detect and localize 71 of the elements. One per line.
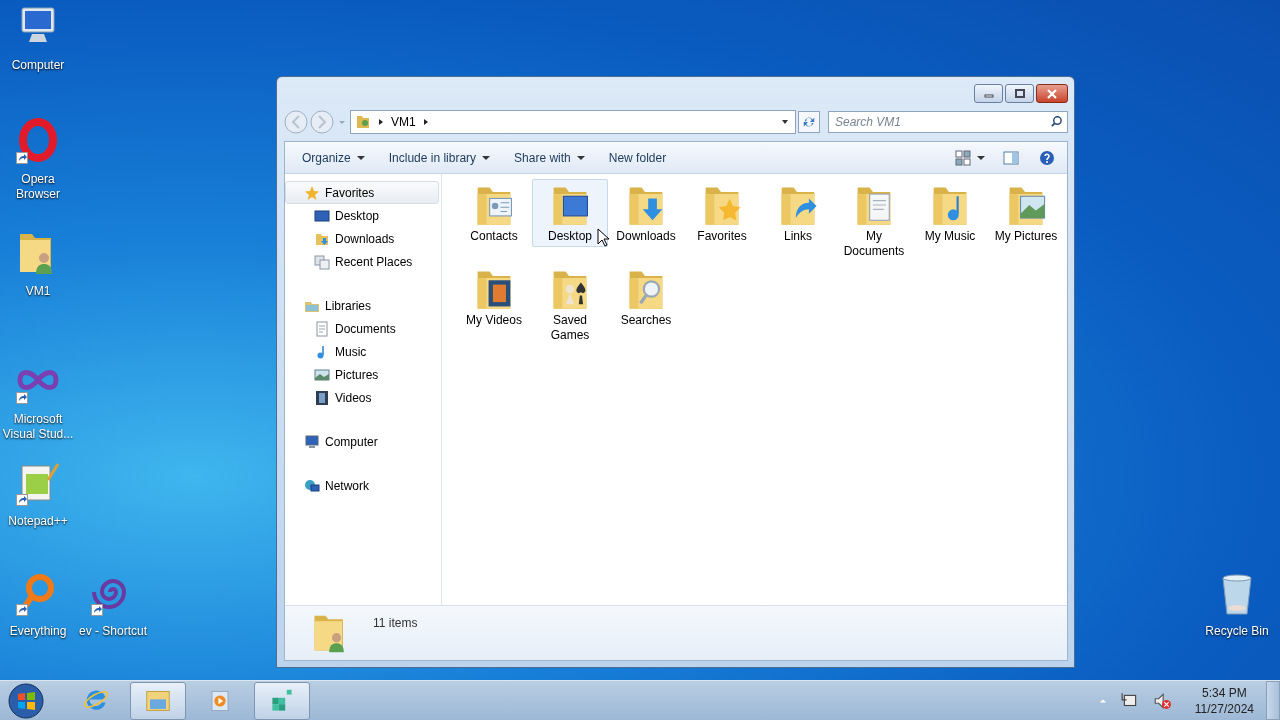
navigation-item[interactable]: Music [285, 340, 439, 363]
shortcut-arrow-icon [16, 152, 28, 164]
navigation-item[interactable]: Pictures [285, 363, 439, 386]
address-bar[interactable]: VM1 [350, 110, 796, 134]
folder-item[interactable]: Contacts [456, 179, 532, 247]
taskbar-button[interactable] [254, 681, 310, 720]
refresh-button[interactable] [798, 111, 820, 133]
network-icon [304, 477, 320, 494]
search-field[interactable]: Search VM1 [828, 111, 1068, 133]
maximize-icon [1014, 88, 1025, 99]
breadcrumb-arrow-icon[interactable] [421, 118, 430, 126]
caret-icon [576, 153, 585, 162]
folder-item[interactable]: Saved Games [532, 263, 608, 346]
mouse-pointer-icon [597, 228, 609, 248]
folder-item[interactable]: Links [760, 179, 836, 247]
navigation-item[interactable]: Computer [285, 430, 439, 453]
navigation-item[interactable]: Network [285, 474, 439, 497]
folder-item[interactable]: My Videos [456, 263, 532, 331]
shortcut-arrow-icon [16, 494, 28, 506]
taskbar-button[interactable] [130, 681, 186, 720]
toolbar-button[interactable]: Share with [505, 146, 594, 169]
shortcut-arrow-icon [16, 604, 28, 616]
clock[interactable]: 5:34 PM 11/27/2024 [1188, 684, 1260, 717]
folder-item[interactable]: Desktop [532, 179, 608, 247]
folder-item[interactable]: Favorites [684, 179, 760, 247]
navigation-item[interactable]: Videos [285, 386, 439, 409]
search-icon[interactable] [1050, 115, 1063, 128]
minimize-button[interactable] [974, 84, 1003, 103]
user-folder-icon [355, 114, 371, 130]
caret-icon [482, 153, 491, 162]
recent-places-icon [314, 253, 330, 270]
item-count: 11 items [373, 616, 418, 630]
help-icon[interactable] [1039, 149, 1055, 166]
document-icon [314, 320, 330, 337]
refresh-icon [802, 115, 816, 129]
shortcut-arrow-icon [91, 604, 103, 616]
folder-item[interactable]: Downloads [608, 179, 684, 247]
toolbar-button[interactable]: Organize [293, 146, 374, 169]
toolbar-button[interactable]: New folder [599, 146, 676, 169]
navigation-item[interactable]: Favorites [285, 181, 439, 204]
desktop-icon-label[interactable]: Recycle Bin [1205, 624, 1269, 639]
computer-icon [304, 433, 320, 450]
folder-item[interactable]: My Pictures [988, 179, 1064, 247]
close-icon [1047, 88, 1057, 99]
desktop-icon [314, 207, 330, 224]
maximize-button[interactable] [1005, 84, 1034, 103]
desktop-icon-label[interactable]: Opera Browser [0, 172, 76, 202]
navigation-item[interactable]: Documents [285, 317, 439, 340]
breadcrumb-arrow-icon[interactable] [377, 118, 385, 126]
close-button[interactable] [1036, 84, 1068, 103]
navigation-item[interactable]: Desktop [285, 204, 439, 227]
caret-icon[interactable] [977, 153, 985, 162]
dropdown-caret-icon[interactable] [781, 118, 789, 126]
navigation-item[interactable]: Libraries [285, 294, 439, 317]
navigation-item[interactable]: Recent Places [285, 250, 439, 273]
volume-muted-icon[interactable] [1152, 691, 1171, 710]
breadcrumb-segment[interactable]: VM1 [391, 115, 416, 129]
folder-item[interactable]: My Documents [836, 179, 912, 262]
star-icon [304, 184, 320, 201]
navigation-item[interactable]: Downloads [285, 227, 439, 250]
toolbar-button[interactable]: Include in library [379, 146, 500, 169]
caret-icon [356, 153, 365, 162]
folder-item[interactable]: Searches [608, 263, 684, 331]
desktop-icon-label[interactable]: VM1 [25, 284, 51, 299]
view-options-icon[interactable] [955, 149, 971, 166]
shortcut-arrow-icon [16, 392, 28, 404]
desktop-icon-label[interactable]: Computer [11, 58, 65, 73]
film-icon [314, 389, 330, 406]
start-button[interactable] [8, 682, 44, 719]
folder-item[interactable]: My Music [912, 179, 988, 247]
picture-icon [314, 366, 330, 383]
